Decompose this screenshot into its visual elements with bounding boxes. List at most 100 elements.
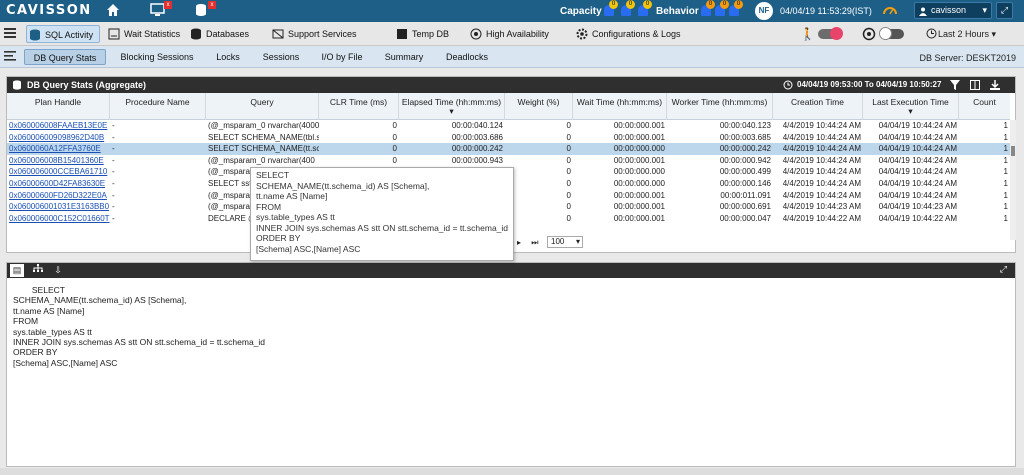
behavior-alert-bell-icon[interactable]: 0 xyxy=(701,0,715,16)
tab-summary[interactable]: Summary xyxy=(378,49,430,65)
behavior-alert-bell-icon[interactable]: 0 xyxy=(715,0,729,16)
cell-elapsed-time: 00:00:000.943 xyxy=(451,155,503,165)
capacity-label: Capacity xyxy=(560,6,602,17)
menu-temp-db[interactable]: Temp DB xyxy=(394,25,449,43)
column-header-plan-handle[interactable]: Plan Handle xyxy=(7,93,110,120)
user-name: cavisson xyxy=(931,5,967,15)
tab-db-query-stats[interactable]: DB Query Stats xyxy=(24,49,106,65)
activity-toggle[interactable] xyxy=(818,27,843,40)
tooltip-line: INNER JOIN sys.schemas AS stt ON stt.sch… xyxy=(256,222,509,233)
table-row[interactable]: 0x060006008FAAEB13E0E - (@_msparam_0 nvarc… xyxy=(7,120,1010,132)
cell-plan-handle[interactable]: 0x060006000C152C01660T xyxy=(7,213,110,225)
cell-procedure-name: - xyxy=(112,144,115,154)
speed-gauge-icon[interactable] xyxy=(883,4,901,20)
cell-last-execution-time: 04/04/19 10:44:24 AM xyxy=(878,179,957,188)
cell-plan-handle[interactable]: 0x060006009098962D40B xyxy=(7,132,110,144)
cell-weight: 0 xyxy=(566,213,571,223)
search-scope-icon[interactable] xyxy=(862,27,876,41)
tooltip-line: SELECT xyxy=(256,170,290,180)
document-icon[interactable]: ▤ xyxy=(10,264,24,277)
hamburger-menu-icon[interactable] xyxy=(4,27,18,41)
walking-person-icon[interactable]: 🚶 xyxy=(800,27,815,41)
menu-databases[interactable]: Databases xyxy=(188,25,249,43)
table-scrollbar[interactable] xyxy=(1010,120,1016,240)
column-header-worker-time[interactable]: Worker Time (hh:mm:ms) xyxy=(667,93,773,120)
next-page-icon[interactable]: ▸ xyxy=(517,238,521,247)
tab-sessions[interactable]: Sessions xyxy=(256,49,306,65)
expand-icon[interactable]: ⤢ xyxy=(1000,264,1007,275)
menu-support-services[interactable]: Support Services xyxy=(270,25,357,43)
chevron-down-icon: ▾ xyxy=(575,237,580,246)
cell-plan-handle[interactable]: 0x06000600D42FA83630E xyxy=(7,178,110,190)
column-header-creation-time[interactable]: Creation Time xyxy=(773,93,863,120)
cell-wait-time: 00:00:000.001 xyxy=(613,213,665,223)
cell-query: SELECT SCHEMA_NAME(tt.sc xyxy=(208,144,319,154)
column-header-last-execution-time[interactable]: Last Execution Time ▾ xyxy=(863,93,959,120)
menu-configurations-logs[interactable]: Configurations & Logs xyxy=(574,25,681,43)
cell-worker-time: 00:00:000.691 xyxy=(719,202,771,212)
page-size-select[interactable]: 100 ▾ xyxy=(547,236,583,248)
column-header-weight[interactable]: Weight (%) xyxy=(505,93,573,120)
auto-refresh-toggle[interactable] xyxy=(879,27,904,40)
cell-plan-handle[interactable]: 0x060006008B15401360E xyxy=(7,155,110,167)
cell-plan-handle[interactable]: 0x060006000CCEBA61710 xyxy=(7,166,110,178)
user-menu-button[interactable]: cavisson ▾ xyxy=(914,2,992,19)
table-row[interactable]: 0x060006008B15401360E - (@_msparam_0 nvarc… xyxy=(7,155,1010,167)
panel-title: DB Query Stats (Aggregate) xyxy=(27,80,147,90)
db-server-label: DB Server: DESKT2019 xyxy=(919,53,1016,63)
table-row[interactable]: 0x060006009098962D40B - SELECT SCHEMA_NAME… xyxy=(7,132,1010,144)
cell-wait-time: 00:00:000.001 xyxy=(613,190,665,200)
download-icon[interactable] xyxy=(990,80,1000,90)
capacity-alert-bell-icon[interactable]: 0 xyxy=(638,0,652,16)
cell-wait-time: 00:00:000.001 xyxy=(613,121,665,130)
capacity-alert-bell-icon[interactable]: 0 xyxy=(621,0,635,16)
cell-plan-handle[interactable]: 0x060006008FAAEB13E0E xyxy=(7,120,110,132)
hierarchy-icon[interactable] xyxy=(31,264,45,277)
behavior-alert-bell-icon[interactable]: 0 xyxy=(729,0,743,16)
menu-wait-statistics[interactable]: Wait Statistics xyxy=(106,25,180,43)
cell-last-execution-time: 04/04/19 10:44:24 AM xyxy=(878,121,957,130)
cell-weight: 0 xyxy=(566,202,571,212)
cell-plan-handle[interactable]: 0x06000600FD26D322E0A xyxy=(7,190,110,202)
column-header-query[interactable]: Query xyxy=(206,93,319,120)
column-header-clr-time[interactable]: CLR Time (ms) xyxy=(319,93,399,120)
column-header-wait-time[interactable]: Wait Time (hh:mm:ms) xyxy=(573,93,667,120)
database-icon xyxy=(12,80,22,90)
time-range-selector[interactable]: Last 2 Hours ▾ xyxy=(938,29,996,40)
tab-locks[interactable]: Locks xyxy=(208,49,248,65)
column-header-elapsed-time[interactable]: Elapsed Time (hh:mm:ms) ▾ xyxy=(399,93,505,120)
tooltip-line: sys.table_types AS tt xyxy=(256,212,335,222)
filter-icon[interactable] xyxy=(950,80,960,90)
tab-io-by-file[interactable]: I/O by File xyxy=(314,49,370,65)
tab-deadlocks[interactable]: Deadlocks xyxy=(438,49,496,65)
avatar[interactable]: NF xyxy=(755,2,773,20)
cell-wait-time: 00:00:000.000 xyxy=(613,179,665,188)
list-menu-icon[interactable] xyxy=(4,50,18,64)
tooltip-line: ORDER BY xyxy=(256,233,301,243)
column-header-procedure-name[interactable]: Procedure Name xyxy=(110,93,206,120)
tooltip-line: tt.name AS [Name] xyxy=(256,191,328,201)
fullscreen-icon[interactable]: ⤢ xyxy=(996,2,1013,19)
menu-sql-activity[interactable]: SQL Activity xyxy=(26,25,101,43)
download-icon[interactable]: ⇩ xyxy=(51,264,65,277)
cell-count: 1 xyxy=(1003,121,1008,130)
cell-plan-handle[interactable]: 0x060006001031E3163BB0 xyxy=(7,201,110,213)
menu-high-availability[interactable]: High Availability xyxy=(468,25,549,43)
cell-count: 1 xyxy=(1003,167,1008,177)
home-icon[interactable] xyxy=(106,3,124,19)
cell-count: 1 xyxy=(1003,144,1008,154)
cell-query: (@_msparam_0 nvarchar(4000 xyxy=(208,121,319,130)
monitor-icon[interactable]: x xyxy=(150,1,172,19)
table-row[interactable]: 0x0600060A12FFA3760E - SELECT SCHEMA_NAME(… xyxy=(7,143,1010,155)
cell-creation-time: 4/4/2019 10:44:24 AM xyxy=(782,179,861,188)
columns-icon[interactable] xyxy=(970,80,980,90)
cell-count: 1 xyxy=(1003,213,1008,223)
chevron-down-icon: ▾ xyxy=(982,5,987,15)
capacity-alert-bell-icon[interactable]: 0 xyxy=(604,0,618,16)
database-status-icon[interactable]: x xyxy=(194,1,216,19)
last-page-icon[interactable]: ⏭ xyxy=(531,238,538,247)
tab-blocking-sessions[interactable]: Blocking Sessions xyxy=(112,49,202,65)
cell-creation-time: 4/4/2019 10:44:24 AM xyxy=(782,121,861,130)
column-header-count[interactable]: Count xyxy=(959,93,1010,120)
cell-plan-handle[interactable]: 0x0600060A12FFA3760E xyxy=(7,143,110,155)
